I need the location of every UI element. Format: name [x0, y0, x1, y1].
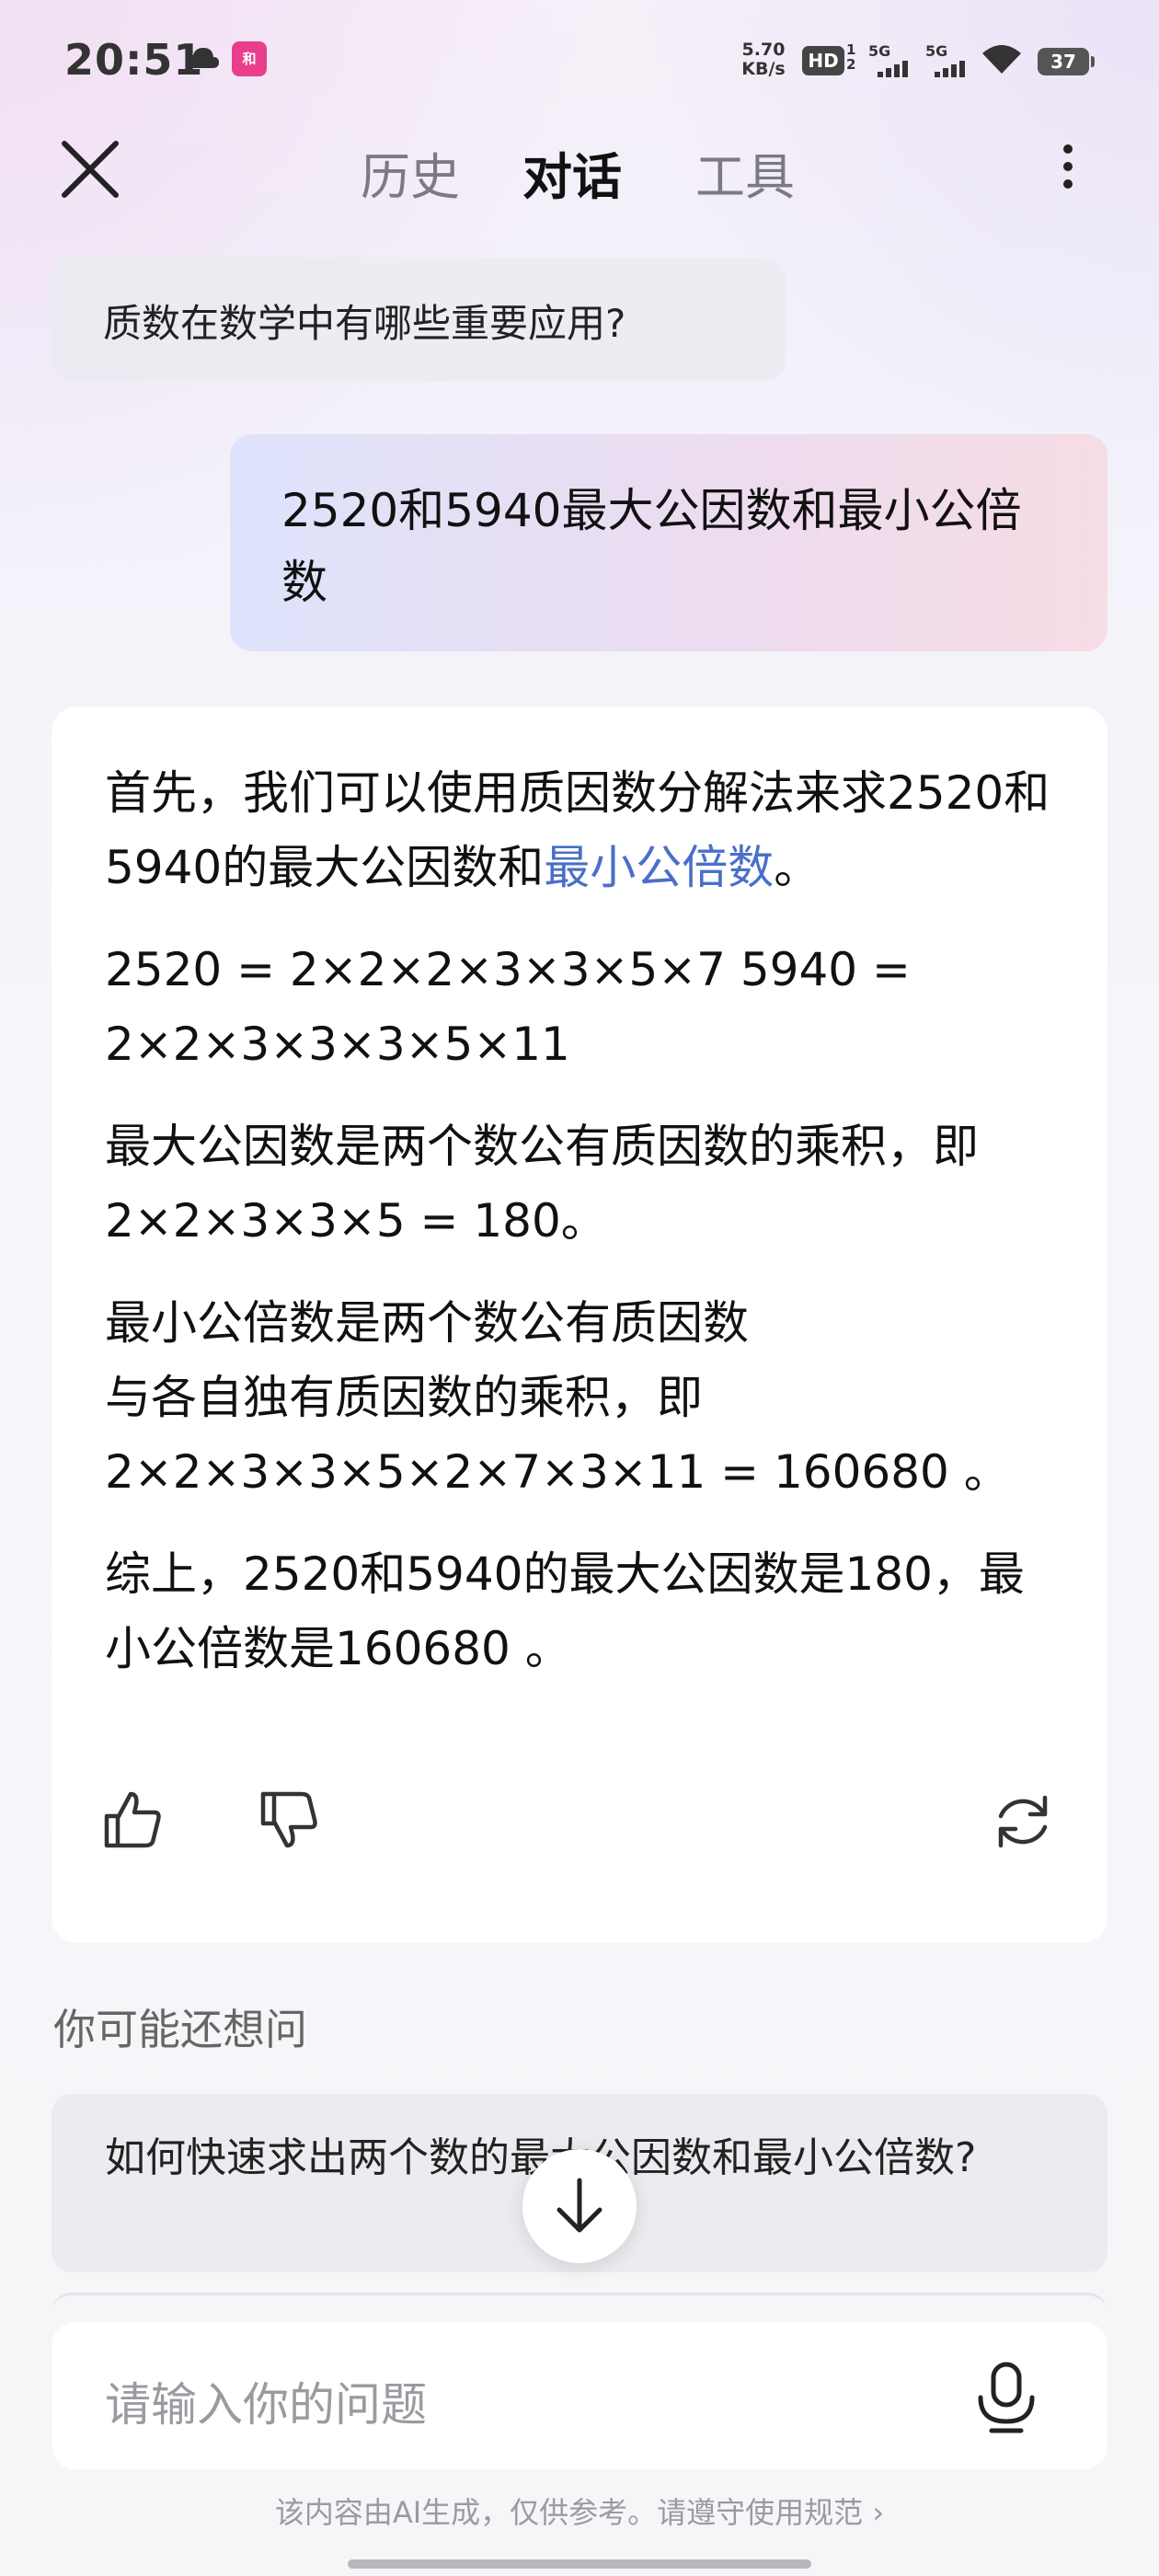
arrow-down-icon: [557, 2178, 602, 2233]
suggestion-item-next[interactable]: [52, 2293, 1107, 2323]
tab-chat[interactable]: 对话: [522, 136, 622, 209]
signal-2-label: 5G: [925, 42, 948, 60]
answer-paragraph-4: 最小公倍数是两个数公有质因数 与各自独有质因数的乘积，即 2×2×3×3×5×2×7…: [105, 1286, 1052, 1510]
usage-rules-arrow-icon[interactable]: ›: [872, 2495, 884, 2530]
signal-1-icon: 5G: [868, 42, 916, 77]
ai-disclaimer: 该内容由AI生成，仅供参考。请遵守使用规范 ›: [0, 2490, 1159, 2532]
network-speed-unit: KB/s: [741, 59, 786, 79]
close-icon[interactable]: [59, 138, 121, 201]
thumbs-down-icon[interactable]: [256, 1787, 322, 1853]
tab-tools[interactable]: 工具: [695, 136, 795, 209]
battery-icon: 37: [1038, 48, 1095, 75]
cloud-icon: [186, 48, 219, 68]
signal-2-icon: 5G: [925, 42, 973, 77]
hd-sim-top: 1: [846, 41, 856, 58]
status-bar: 20:51 和 5.70 KB/s HD 1 2 5G 5G 37: [0, 0, 1159, 120]
network-speed: 5.70 KB/s: [736, 40, 791, 79]
scroll-down-button[interactable]: [522, 2149, 637, 2263]
user-message: 2520和5940最大公因数和最小公倍数: [230, 434, 1107, 651]
answer-p4-line-2: 与各自独有质因数的乘积，即: [105, 1371, 703, 1424]
disclaimer-text: 该内容由AI生成，仅供参考。请遵守: [274, 2495, 746, 2530]
tab-history[interactable]: 历史: [361, 136, 460, 209]
answer-paragraph-3: 最大公因数是两个数公有质因数的乘积，即2×2×3×3×5 = 180。: [105, 1120, 979, 1248]
answer-p1-end: 。: [774, 841, 820, 894]
microphone-icon[interactable]: [971, 2361, 1041, 2434]
status-time: 20:51: [64, 35, 204, 85]
hd-sim-indicator: 1 2: [846, 42, 855, 72]
answer-card: 首先，我们可以使用质因数分解法来求2520和5940的最大公因数和最小公倍数。 …: [52, 707, 1107, 1943]
suggestions-title: 你可能还想问: [53, 2005, 307, 2054]
app-badge-icon: 和: [232, 41, 267, 76]
hd-sim-bottom: 2: [846, 56, 856, 73]
wifi-icon: [982, 45, 1021, 74]
question-input[interactable]: 请输入你的问题: [52, 2322, 1107, 2469]
thumbs-up-icon[interactable]: [99, 1787, 166, 1853]
answer-p4-line-3: 2×2×3×3×5×2×7×3×11 = 160680 。: [105, 1445, 1010, 1499]
answer-paragraph-1: 首先，我们可以使用质因数分解法来求2520和5940的最大公因数和最小公倍数。: [105, 756, 1052, 905]
network-speed-value: 5.70: [741, 40, 786, 60]
signal-1-label: 5G: [868, 42, 891, 60]
lcm-link[interactable]: 最小公倍数: [544, 841, 774, 894]
hd-voice-icon: HD: [802, 46, 844, 75]
previous-question[interactable]: 质数在数学中有哪些重要应用?: [52, 258, 786, 381]
answer-paragraph-2: 2520 = 2×2×2×3×3×5×7 5940 = 2×2×3×3×3×5×…: [105, 943, 911, 1071]
answer-actions: [52, 1791, 1107, 1866]
answer-paragraph-5: 综上，2520和5940的最大公因数是180，最小公倍数是160680 。: [105, 1547, 1025, 1675]
more-options-icon[interactable]: [1054, 136, 1082, 202]
usage-rules-link[interactable]: 使用规范: [745, 2495, 863, 2530]
regenerate-icon[interactable]: [990, 1788, 1056, 1855]
home-indicator[interactable]: [348, 2559, 811, 2569]
answer-p4-line-1: 最小公倍数是两个数公有质因数: [105, 1296, 749, 1350]
